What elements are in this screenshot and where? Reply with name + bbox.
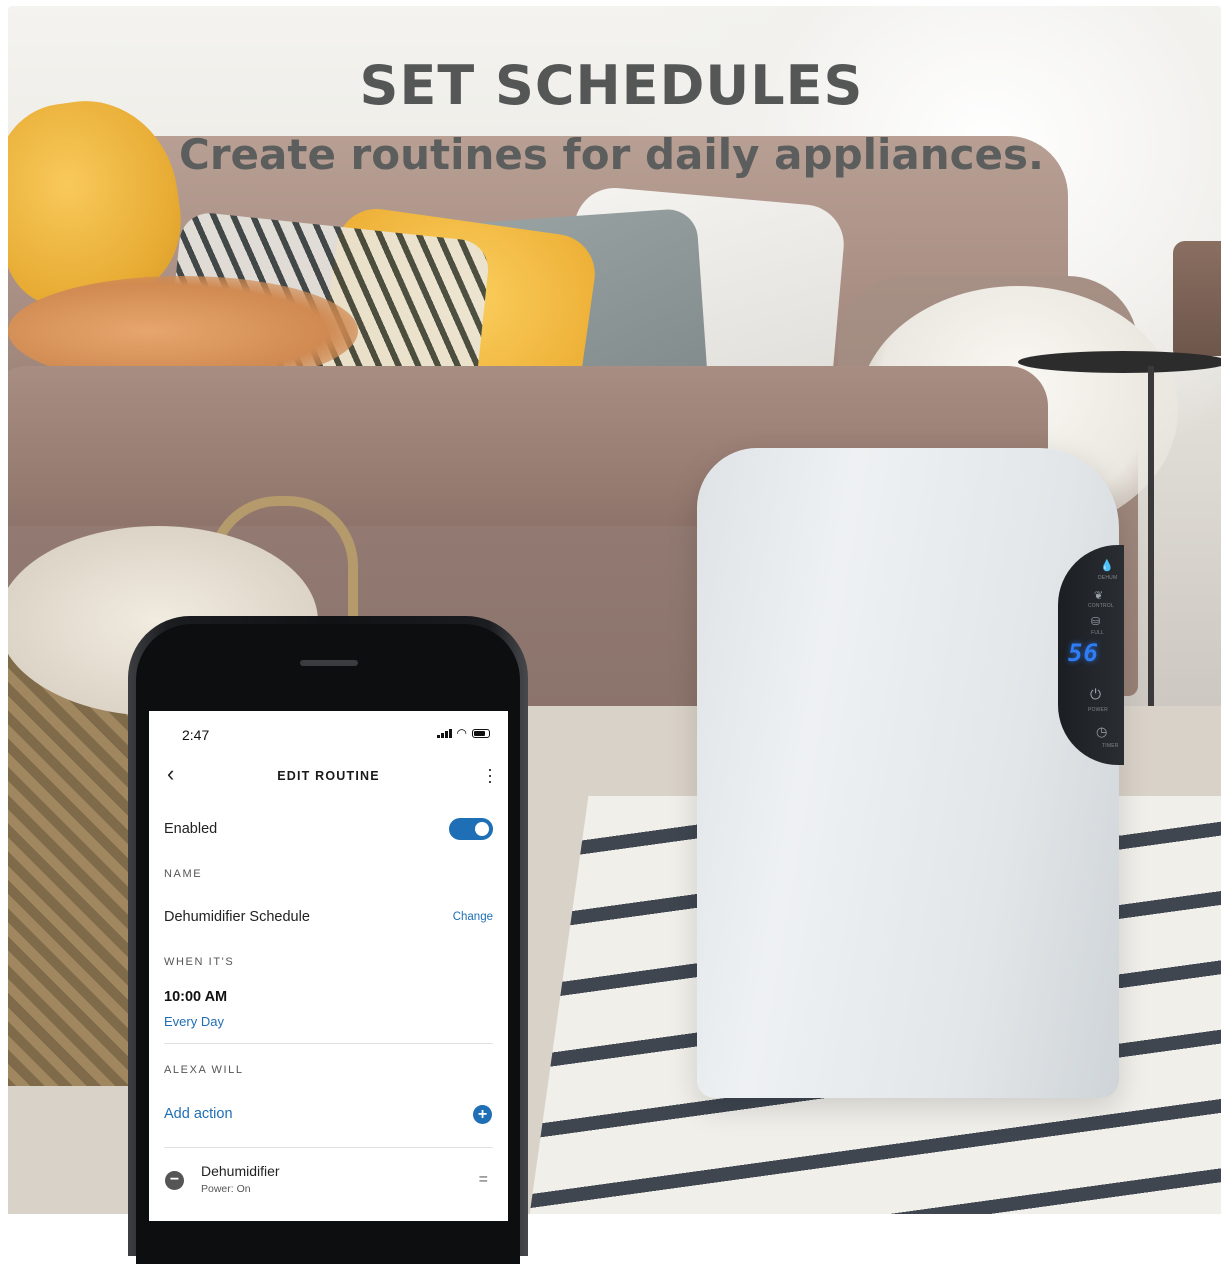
add-action-link[interactable]: Add action: [164, 1106, 233, 1122]
timer-icon: ◷: [1096, 725, 1108, 740]
power-icon: ⏻: [1090, 687, 1102, 703]
water-drop-icon: 💧: [1100, 559, 1114, 572]
humidity-display: 56: [1068, 639, 1099, 667]
enabled-label: Enabled: [164, 821, 218, 837]
signal-icon: [437, 728, 452, 738]
status-time: 2:47: [182, 727, 210, 743]
divider: [164, 1147, 493, 1148]
side-table: [1018, 351, 1221, 373]
enabled-toggle[interactable]: [449, 818, 493, 840]
schedule-time[interactable]: 10:00 AM: [164, 989, 227, 1005]
tank-icon: ⛁: [1091, 615, 1101, 628]
headline: SET SCHEDULES: [359, 54, 864, 117]
dehumidifier: [697, 448, 1119, 1098]
action-device-detail: Power: On: [201, 1183, 251, 1195]
phone-screen: 2:47 ◠ ‹ EDIT ROUTINE · · · Enabled NAME D…: [149, 711, 508, 1221]
panel-label: FULL: [1091, 630, 1105, 636]
leaf-icon: ❦: [1094, 589, 1104, 602]
status-icons: ◠: [437, 726, 490, 740]
dehumidifier-control-panel: 💧 DEHUM ❦ CONTROL ⛁ FULL 56 ⏻ POWER ◷ TI…: [1058, 545, 1124, 765]
action-device-name[interactable]: Dehumidifier: [201, 1163, 280, 1179]
wifi-icon: ◠: [456, 726, 467, 740]
phone-speaker: [300, 660, 358, 666]
name-section-heading: NAME: [164, 868, 203, 880]
alexa-section-heading: ALEXA WILL: [164, 1064, 244, 1076]
panel-label: CONTROL: [1088, 603, 1114, 609]
routine-name: Dehumidifier Schedule: [164, 909, 310, 925]
vase: [1173, 241, 1221, 356]
schedule-repeat[interactable]: Every Day: [164, 1014, 224, 1029]
panel-label: TIMER: [1102, 743, 1119, 749]
panel-label: POWER: [1088, 707, 1108, 713]
when-section-heading: WHEN IT'S: [164, 956, 235, 968]
side-table-leg: [1148, 366, 1154, 746]
subheadline: Create routines for daily appliances.: [179, 130, 1044, 179]
battery-icon: [472, 728, 490, 738]
screen-title: EDIT ROUTINE: [277, 769, 380, 783]
toggle-knob: [475, 822, 489, 836]
remove-action-minus-icon[interactable]: −: [165, 1171, 184, 1190]
panel-label: DEHUM: [1098, 575, 1118, 581]
change-name-link[interactable]: Change: [453, 911, 493, 923]
divider: [164, 1043, 493, 1044]
add-action-plus-icon[interactable]: +: [473, 1105, 492, 1124]
drag-handle-icon[interactable]: =: [479, 1171, 488, 1189]
more-options-icon[interactable]: · · ·: [486, 760, 494, 790]
